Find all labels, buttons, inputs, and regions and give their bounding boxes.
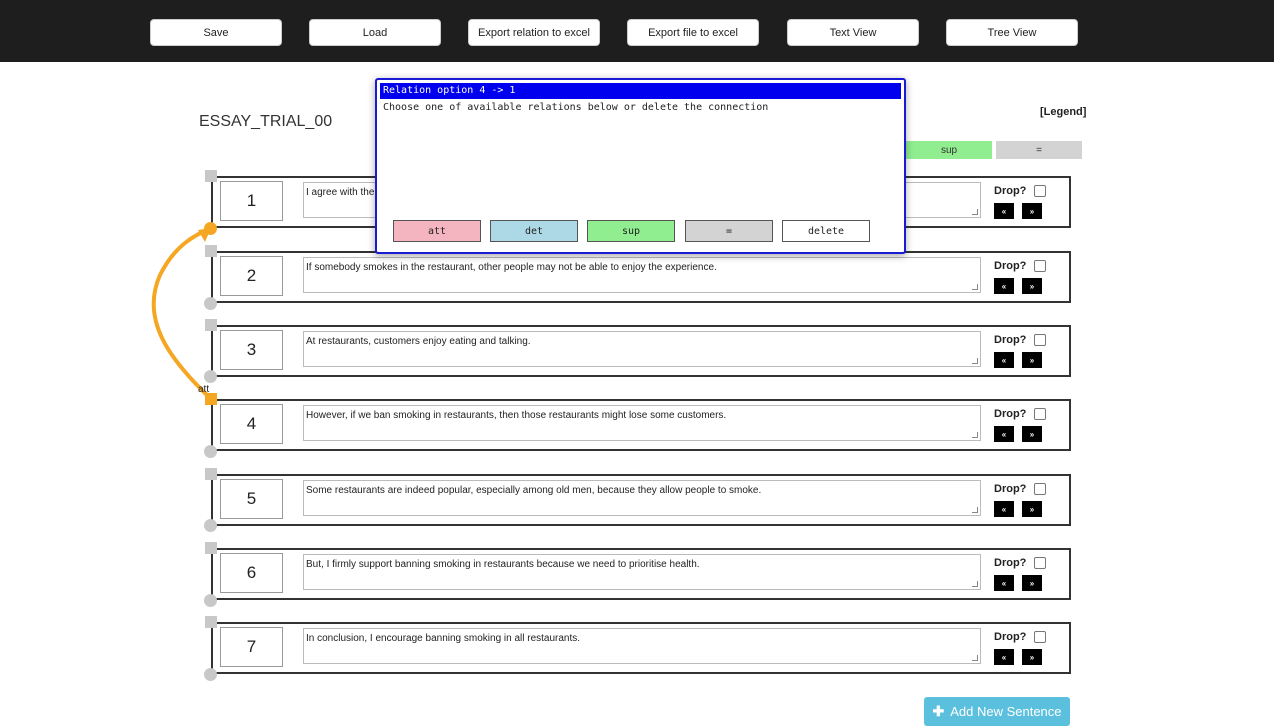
sentence-text-field[interactable]: At restaurants, customers enjoy eating a… — [303, 331, 981, 367]
move-down-button[interactable]: » — [1022, 278, 1042, 294]
dialog-title: Relation option 4 -> 1 — [380, 83, 901, 99]
relation-eq-button[interactable]: = — [685, 220, 773, 242]
source-handle[interactable] — [205, 170, 217, 182]
sentence-number: 6 — [220, 553, 283, 593]
source-handle[interactable] — [205, 319, 217, 331]
drop-checkbox[interactable] — [1034, 260, 1046, 272]
add-sentence-button[interactable]: ✚ Add New Sentence — [924, 697, 1070, 726]
drop-checkbox[interactable] — [1034, 185, 1046, 197]
drop-label: Drop? — [994, 557, 1027, 569]
resize-grip-icon[interactable] — [972, 209, 978, 215]
move-down-button[interactable]: » — [1022, 426, 1042, 442]
sentence-text: If somebody smokes in the restaurant, ot… — [306, 262, 717, 273]
save-button[interactable]: Save — [150, 19, 282, 46]
target-handle[interactable] — [204, 668, 217, 681]
move-down-button[interactable]: » — [1022, 649, 1042, 665]
move-down-button[interactable]: » — [1022, 575, 1042, 591]
sentence-row: 5 Some restaurants are indeed popular, e… — [211, 474, 1071, 526]
move-up-button[interactable]: « — [994, 203, 1014, 219]
sentence-text: However, if we ban smoking in restaurant… — [306, 410, 727, 421]
source-handle[interactable] — [205, 542, 217, 554]
sentence-number: 5 — [220, 479, 283, 519]
target-handle[interactable] — [204, 519, 217, 532]
move-up-button[interactable]: « — [994, 649, 1014, 665]
move-down-button[interactable]: » — [1022, 203, 1042, 219]
legend-eq-chip: = — [996, 141, 1082, 159]
sentence-text: At restaurants, customers enjoy eating a… — [306, 336, 531, 347]
move-up-button[interactable]: « — [994, 278, 1014, 294]
target-handle[interactable] — [204, 445, 217, 458]
sentence-number: 7 — [220, 627, 283, 667]
plus-icon: ✚ — [932, 703, 945, 719]
drop-checkbox[interactable] — [1034, 408, 1046, 420]
move-down-button[interactable]: » — [1022, 501, 1042, 517]
move-down-button[interactable]: » — [1022, 352, 1042, 368]
sentence-number: 2 — [220, 256, 283, 296]
resize-grip-icon[interactable] — [972, 655, 978, 661]
move-up-button[interactable]: « — [994, 352, 1014, 368]
sentence-text: Some restaurants are indeed popular, esp… — [306, 485, 762, 496]
resize-grip-icon[interactable] — [972, 284, 978, 290]
sentence-text-field[interactable]: If somebody smokes in the restaurant, ot… — [303, 257, 981, 293]
drop-checkbox[interactable] — [1034, 557, 1046, 569]
target-handle[interactable] — [204, 222, 217, 235]
move-up-button[interactable]: « — [994, 501, 1014, 517]
drop-label: Drop? — [994, 408, 1027, 420]
tree-view-button[interactable]: Tree View — [946, 19, 1078, 46]
sentence-text: I agree with the — [306, 187, 375, 198]
drop-label: Drop? — [994, 631, 1027, 643]
target-handle[interactable] — [204, 370, 217, 383]
relation-label: att — [198, 384, 210, 395]
drop-checkbox[interactable] — [1034, 334, 1046, 346]
relation-sup-button[interactable]: sup — [587, 220, 675, 242]
sentence-text-field[interactable]: In conclusion, I encourage banning smoki… — [303, 628, 981, 664]
drop-label: Drop? — [994, 185, 1027, 197]
legend-sup-chip: sup — [906, 141, 992, 159]
relation-det-button[interactable]: det — [490, 220, 578, 242]
resize-grip-icon[interactable] — [972, 358, 978, 364]
source-handle[interactable] — [205, 245, 217, 257]
sentence-row: 3 At restaurants, customers enjoy eating… — [211, 325, 1071, 377]
drop-checkbox[interactable] — [1034, 483, 1046, 495]
target-handle[interactable] — [204, 297, 217, 310]
sentence-text-field[interactable]: Some restaurants are indeed popular, esp… — [303, 480, 981, 516]
resize-grip-icon[interactable] — [972, 581, 978, 587]
sentence-number: 4 — [220, 404, 283, 444]
delete-relation-button[interactable]: delete — [782, 220, 870, 242]
sentence-row: 6 But, I firmly support banning smoking … — [211, 548, 1071, 600]
essay-title: ESSAY_TRIAL_00 — [199, 113, 333, 130]
source-handle[interactable] — [205, 616, 217, 628]
sentence-number: 1 — [220, 181, 283, 221]
drop-label: Drop? — [994, 483, 1027, 495]
drop-label: Drop? — [994, 334, 1027, 346]
resize-grip-icon[interactable] — [972, 507, 978, 513]
drop-label: Drop? — [994, 260, 1027, 272]
legend-link[interactable]: [Legend] — [1040, 106, 1086, 118]
sentence-text: In conclusion, I encourage banning smoki… — [306, 633, 581, 644]
move-up-button[interactable]: « — [994, 426, 1014, 442]
drop-checkbox[interactable] — [1034, 631, 1046, 643]
sentence-text-field[interactable]: However, if we ban smoking in restaurant… — [303, 405, 981, 441]
export-relation-button[interactable]: Export relation to excel — [468, 19, 600, 46]
text-view-button[interactable]: Text View — [787, 19, 919, 46]
dialog-instructions: Choose one of available relations below … — [383, 102, 769, 113]
export-file-button[interactable]: Export file to excel — [627, 19, 759, 46]
sentence-row: 7 In conclusion, I encourage banning smo… — [211, 622, 1071, 674]
top-toolbar: Save Load Export relation to excel Expor… — [0, 0, 1274, 62]
add-sentence-label: Add New Sentence — [950, 704, 1062, 719]
sentence-row: 2 If somebody smokes in the restaurant, … — [211, 251, 1071, 303]
move-up-button[interactable]: « — [994, 575, 1014, 591]
relation-arrow[interactable] — [151, 226, 213, 401]
relation-dialog: Relation option 4 -> 1 Choose one of ava… — [375, 78, 906, 254]
sentence-text: But, I firmly support banning smoking in… — [306, 559, 700, 570]
sentence-row: 4 However, if we ban smoking in restaura… — [211, 399, 1071, 451]
load-button[interactable]: Load — [309, 19, 441, 46]
resize-grip-icon[interactable] — [972, 432, 978, 438]
relation-att-button[interactable]: att — [393, 220, 481, 242]
sentence-text-field[interactable]: But, I firmly support banning smoking in… — [303, 554, 981, 590]
sentence-number: 3 — [220, 330, 283, 370]
source-handle[interactable] — [205, 468, 217, 480]
target-handle[interactable] — [204, 594, 217, 607]
